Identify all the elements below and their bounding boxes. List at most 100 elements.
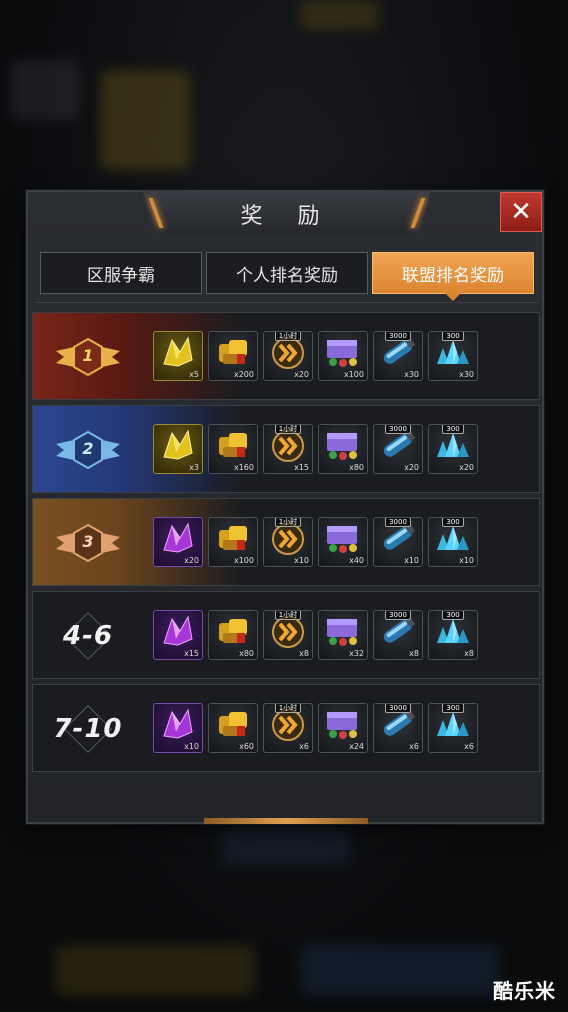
- supply-crate-icon: [323, 615, 363, 647]
- rank-medal-icon: 2: [56, 430, 120, 470]
- reward-item[interactable]: x5: [153, 331, 203, 381]
- reward-item[interactable]: x100: [208, 517, 258, 567]
- item-quantity: x20: [294, 370, 309, 379]
- reward-item[interactable]: 300 x20: [428, 424, 478, 474]
- reward-items: x3 x160 1小时 x15 x80 3000 x20 300 x20: [153, 424, 478, 474]
- reward-items: x20 x100 1小时 x10 x40 3000 x10 300 x10: [153, 517, 478, 567]
- reward-item[interactable]: 1小时 x8: [263, 610, 313, 660]
- reward-item[interactable]: 1小时 x15: [263, 424, 313, 474]
- reward-item[interactable]: x15: [153, 610, 203, 660]
- item-tag-label: 3000: [385, 704, 411, 713]
- item-tag: 300: [429, 425, 477, 434]
- gold-ore-icon: [213, 708, 253, 740]
- rank-number: 1: [82, 346, 94, 365]
- reward-dialog: 奖 励 ✕ 区服争霸 个人排名奖励 联盟排名奖励 1 x5 x200 1小时 x20 x1…: [26, 190, 544, 824]
- item-quantity: x200: [233, 370, 254, 379]
- background-blur-button: [55, 945, 255, 995]
- item-tag: 3000: [374, 518, 422, 527]
- background-blur-button: [220, 825, 350, 865]
- item-tag: 300: [429, 518, 477, 527]
- supply-crate-icon: [323, 336, 363, 368]
- item-quantity: x5: [189, 370, 199, 379]
- reward-item[interactable]: x20: [153, 517, 203, 567]
- item-tag-label: 1小时: [274, 332, 302, 341]
- item-quantity: x40: [349, 556, 364, 565]
- item-tag: 3000: [374, 704, 422, 713]
- item-tag-label: 3000: [385, 611, 411, 620]
- background-blur-panel: [10, 60, 80, 120]
- gold-ore-icon: [213, 429, 253, 461]
- reward-item[interactable]: 3000 x6: [373, 703, 423, 753]
- reward-item[interactable]: x200: [208, 331, 258, 381]
- item-tag-label: 300: [442, 425, 464, 434]
- item-quantity: x80: [239, 649, 254, 658]
- reward-item[interactable]: x100: [318, 331, 368, 381]
- reward-items: x5 x200 1小时 x20 x100 3000 x30 300 x30: [153, 331, 478, 381]
- item-tag-label: 1小时: [274, 425, 302, 434]
- dialog-title: 奖 励: [240, 204, 334, 229]
- item-tag-label: 300: [442, 704, 464, 713]
- item-quantity: x10: [294, 556, 309, 565]
- item-tag: 3000: [374, 332, 422, 341]
- tab-alliance-rank-reward[interactable]: 联盟排名奖励: [372, 252, 534, 301]
- reward-item[interactable]: x160: [208, 424, 258, 474]
- close-button[interactable]: ✕: [500, 192, 542, 232]
- reward-item[interactable]: 3000 x30: [373, 331, 423, 381]
- watermark: 酷乐米: [493, 979, 556, 1003]
- reward-item[interactable]: x3: [153, 424, 203, 474]
- reward-item[interactable]: x60: [208, 703, 258, 753]
- item-quantity: x100: [343, 370, 364, 379]
- item-tag: 300: [429, 611, 477, 620]
- rank-number: 3: [82, 532, 94, 551]
- reward-item[interactable]: x10: [153, 703, 203, 753]
- item-quantity: x8: [299, 649, 309, 658]
- reward-item[interactable]: 300 x6: [428, 703, 478, 753]
- reward-item[interactable]: 3000 x8: [373, 610, 423, 660]
- background-blur-panel: [100, 70, 190, 170]
- background-blur-panel: [300, 0, 380, 30]
- reward-items: x15 x80 1小时 x8 x32 3000 x8 300 x8: [153, 610, 478, 660]
- reward-item[interactable]: 300 x10: [428, 517, 478, 567]
- reward-item[interactable]: 1小时 x6: [263, 703, 313, 753]
- rank-cell: 3: [33, 499, 143, 587]
- item-tag-label: 300: [442, 332, 464, 341]
- reward-row: 3 x20 x100 1小时 x10 x40 3000 x10 300 x10: [32, 498, 540, 586]
- reward-item[interactable]: x24: [318, 703, 368, 753]
- reward-item[interactable]: 3000 x20: [373, 424, 423, 474]
- purple-chip-icon: [158, 522, 198, 554]
- rank-number: 2: [82, 439, 94, 458]
- reward-item[interactable]: x32: [318, 610, 368, 660]
- gold-ore-icon: [213, 522, 253, 554]
- item-quantity: x30: [404, 370, 419, 379]
- tab-server-battle[interactable]: 区服争霸: [40, 252, 202, 294]
- rank-range-label: 4-6: [63, 621, 113, 651]
- item-quantity: x10: [184, 742, 199, 751]
- rank-range: 7-10: [53, 704, 123, 754]
- rank-range-label: 7-10: [53, 714, 123, 744]
- reward-item[interactable]: x40: [318, 517, 368, 567]
- tab-personal-rank-reward[interactable]: 个人排名奖励: [206, 252, 368, 294]
- purple-chip-icon: [158, 615, 198, 647]
- item-tag-label: 3000: [385, 425, 411, 434]
- item-tag: 300: [429, 332, 477, 341]
- reward-item[interactable]: 300 x8: [428, 610, 478, 660]
- item-quantity: x24: [349, 742, 364, 751]
- reward-item[interactable]: x80: [318, 424, 368, 474]
- reward-item[interactable]: 1小时 x10: [263, 517, 313, 567]
- gold-ore-icon: [213, 615, 253, 647]
- reward-item[interactable]: x80: [208, 610, 258, 660]
- reward-items: x10 x60 1小时 x6 x24 3000 x6 300 x6: [153, 703, 478, 753]
- reward-item[interactable]: 3000 x10: [373, 517, 423, 567]
- item-tag-label: 300: [442, 518, 464, 527]
- reward-item[interactable]: 1小时 x20: [263, 331, 313, 381]
- reward-row: 1 x5 x200 1小时 x20 x100 3000 x30 300 x30: [32, 312, 540, 400]
- gold-ore-icon: [213, 336, 253, 368]
- item-quantity: x20: [404, 463, 419, 472]
- item-quantity: x10: [404, 556, 419, 565]
- rank-cell: 7-10: [33, 685, 143, 773]
- reward-row: 7-10 x10 x60 1小时 x6 x24 3000 x6 300 x6: [32, 684, 540, 772]
- rank-cell: 2: [33, 406, 143, 494]
- item-quantity: x8: [409, 649, 419, 658]
- item-tag-label: 3000: [385, 518, 411, 527]
- reward-item[interactable]: 300 x30: [428, 331, 478, 381]
